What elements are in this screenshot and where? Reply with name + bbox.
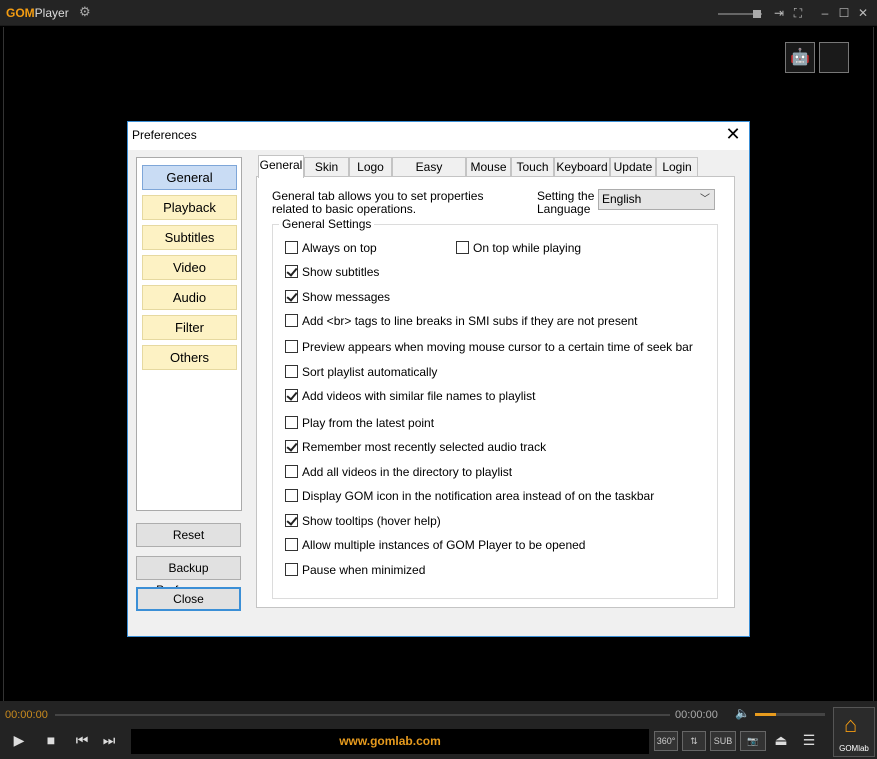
checkbox-label: Add all videos in the directory to playl… (302, 465, 513, 479)
checkbox[interactable] (456, 241, 469, 254)
apple-icon[interactable] (819, 42, 849, 73)
close-button[interactable]: Close (136, 587, 241, 611)
checkbox[interactable] (285, 340, 298, 353)
checkbox-label: Allow multiple instances of GOM Player t… (302, 538, 586, 552)
time-elapsed: 00:00:00 (5, 709, 48, 721)
backup-preferences-button[interactable]: Backup Preferences (136, 556, 241, 597)
eject-icon[interactable]: ⏏ (771, 732, 791, 749)
language-label: Setting the Language (537, 189, 595, 216)
checkbox-label: Show subtitles (302, 265, 380, 279)
gear-icon[interactable]: ⚙ (79, 4, 91, 20)
checkbox[interactable] (285, 465, 298, 478)
tab-logo[interactable]: Logo (349, 157, 392, 177)
tab-skin[interactable]: Skin (304, 157, 349, 177)
checkbox-label: Play from the latest point (302, 416, 435, 430)
volume-level (755, 713, 776, 716)
close-window-button[interactable]: ✕ (855, 5, 871, 21)
stop-icon[interactable]: ■ (41, 732, 61, 748)
tab-login[interactable]: Login (656, 157, 698, 177)
subtitle-button[interactable]: SUB (710, 731, 736, 751)
tab-general[interactable]: General (258, 155, 304, 178)
language-value: English (602, 192, 642, 206)
checkbox[interactable] (285, 365, 298, 378)
checkbox-label: Pause when minimized (302, 563, 426, 577)
play-icon[interactable]: ▶ (9, 732, 29, 749)
tab-keyboard[interactable]: Keyboard (554, 157, 610, 177)
android-icon[interactable]: 🤖 (785, 42, 815, 73)
general-tab-panel: General tab allows you to set properties… (256, 176, 735, 608)
checkbox[interactable] (285, 241, 298, 254)
logo-player: Player (34, 6, 69, 20)
reset-button[interactable]: Reset (136, 523, 241, 547)
checkbox[interactable] (285, 489, 298, 502)
category-video[interactable]: Video (142, 255, 237, 280)
website-banner[interactable]: www.gomlab.com (131, 729, 649, 754)
menu-icon[interactable]: ☰ (799, 732, 819, 749)
language-select[interactable]: English ﹀ (598, 189, 715, 210)
checkbox-label: Display GOM icon in the notification are… (302, 489, 655, 503)
dialog-close-icon[interactable]: ✕ (723, 124, 743, 145)
vr-360-button[interactable]: 360° (654, 731, 678, 751)
checkbox[interactable] (285, 538, 298, 551)
checkbox[interactable] (285, 265, 298, 278)
checkbox[interactable] (285, 290, 298, 303)
category-filter[interactable]: Filter (142, 315, 237, 340)
checkbox-label: Always on top (302, 241, 377, 255)
category-general[interactable]: General (142, 165, 237, 190)
player-titlebar: GOMPlayer ⚙ ⇥ ⛶ – ☐ ✕ (0, 0, 877, 26)
tab-easy-browser[interactable]: Easy Browser (392, 157, 466, 192)
opacity-slider-knob[interactable] (753, 10, 761, 18)
category-audio[interactable]: Audio (142, 285, 237, 310)
pin-icon[interactable]: ⇥ (771, 5, 787, 21)
maximize-button[interactable]: ☐ (836, 5, 852, 21)
chevron-down-icon: ﹀ (700, 194, 710, 205)
volume-slider[interactable] (755, 713, 825, 716)
checkbox[interactable] (285, 416, 298, 429)
checkbox[interactable] (285, 563, 298, 576)
camera-icon[interactable]: 📷 (740, 731, 766, 751)
checkbox[interactable] (285, 440, 298, 453)
volume-icon[interactable]: 🔈 (735, 706, 750, 720)
group-title: General Settings (279, 217, 375, 231)
home-icon: ⌂ (844, 712, 858, 737)
checkbox-label: Show messages (302, 290, 391, 304)
checkbox-label: Sort playlist automatically (302, 365, 438, 379)
preferences-dialog: Preferences ✕ General Playback Subtitles… (127, 121, 750, 637)
category-others[interactable]: Others (142, 345, 237, 370)
checkbox-label: Remember most recently selected audio tr… (302, 440, 547, 454)
general-settings-group: General Settings Always on top On top whi… (272, 217, 718, 599)
checkbox-label: Show tooltips (hover help) (302, 514, 441, 528)
app-logo: GOMPlayer (6, 6, 69, 20)
dialog-titlebar (128, 122, 749, 150)
dialog-title: Preferences (132, 128, 197, 142)
category-subtitles[interactable]: Subtitles (142, 225, 237, 250)
checkbox[interactable] (285, 514, 298, 527)
checkbox-label: Add videos with similar file names to pl… (302, 389, 536, 403)
fullscreen-icon[interactable]: ⛶ (790, 5, 806, 21)
tab-mouse[interactable]: Mouse (466, 157, 511, 177)
checkbox[interactable] (285, 389, 298, 402)
seek-bar[interactable] (55, 714, 670, 716)
next-icon[interactable]: ⏭ (99, 732, 119, 749)
tab-touch[interactable]: Touch (511, 157, 554, 177)
control-bar: 00:00:00 00:00:00 🔈 ▶ ■ ⏮ ⏭ www.gomlab.c… (0, 701, 877, 759)
gomlab-label: GOMlab (839, 744, 869, 753)
category-playback[interactable]: Playback (142, 195, 237, 220)
category-list: General Playback Subtitles Video Audio F… (136, 157, 242, 511)
previous-icon[interactable]: ⏮ (72, 732, 92, 749)
checkbox-label: Preview appears when moving mouse cursor… (302, 340, 693, 354)
equalizer-icon[interactable]: ⇅ (682, 731, 706, 751)
checkbox[interactable] (285, 314, 298, 327)
minimize-button[interactable]: – (817, 5, 833, 21)
time-total: 00:00:00 (675, 709, 718, 721)
tab-update[interactable]: Update (610, 157, 656, 177)
checkbox-label: Add <br> tags to line breaks in SMI subs… (302, 314, 638, 328)
logo-gom: GOM (6, 6, 35, 20)
checkbox-label: On top while playing (473, 241, 582, 255)
tab-description: General tab allows you to set properties… (272, 189, 484, 216)
gomlab-button[interactable]: ⌂ GOMlab (833, 707, 875, 757)
